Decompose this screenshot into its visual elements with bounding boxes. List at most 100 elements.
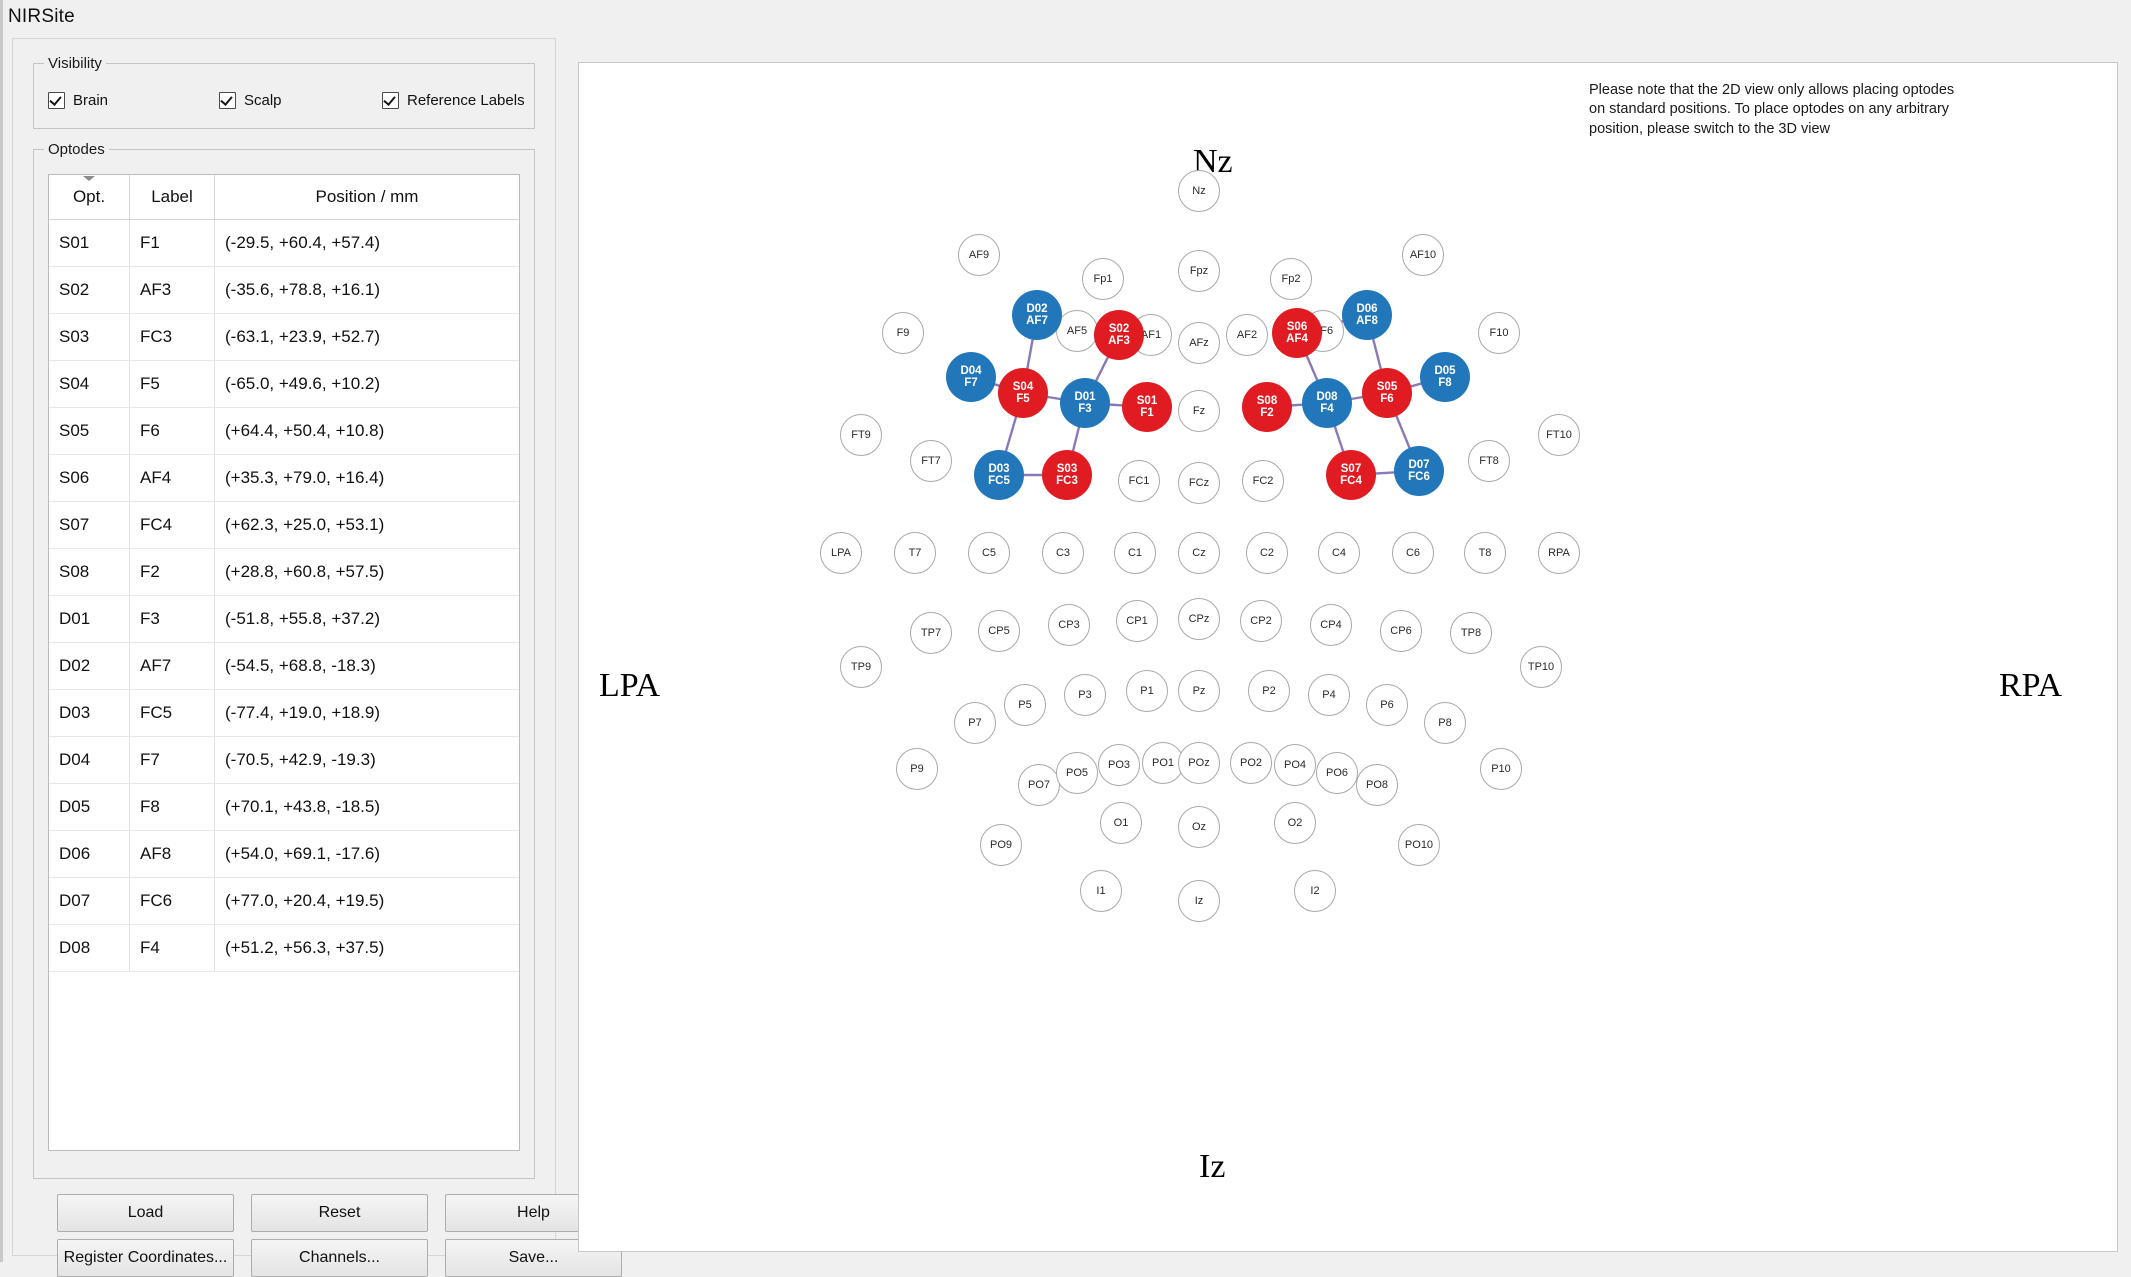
- electrode-po3[interactable]: PO3: [1098, 744, 1140, 786]
- electrode-tp9[interactable]: TP9: [840, 646, 882, 688]
- electrode-fc1[interactable]: FC1: [1118, 460, 1160, 502]
- electrode-c6[interactable]: C6: [1392, 532, 1434, 574]
- optode-s07[interactable]: S07 FC4: [1326, 450, 1376, 500]
- electrode-c4[interactable]: C4: [1318, 532, 1360, 574]
- table-row[interactable]: S06 AF4 (+35.3, +79.0, +16.4): [49, 454, 519, 502]
- optode-s02[interactable]: S02 AF3: [1094, 310, 1144, 360]
- scalp-checkbox[interactable]: [219, 92, 236, 109]
- checkbox-row-brain[interactable]: Brain: [48, 92, 108, 109]
- electrode-p3[interactable]: P3: [1064, 674, 1106, 716]
- table-row[interactable]: S08 F2 (+28.8, +60.8, +57.5): [49, 548, 519, 596]
- electrode-i1[interactable]: I1: [1080, 870, 1122, 912]
- optode-s05[interactable]: S05 F6: [1362, 368, 1412, 418]
- optode-d06[interactable]: D06 AF8: [1342, 290, 1392, 340]
- electrode-f10[interactable]: F10: [1478, 312, 1520, 354]
- checkbox-row-scalp[interactable]: Scalp: [219, 92, 282, 109]
- optode-d02[interactable]: D02 AF7: [1012, 290, 1062, 340]
- electrode-t8[interactable]: T8: [1464, 532, 1506, 574]
- load-button[interactable]: Load: [57, 1194, 234, 1232]
- electrode-ft7[interactable]: FT7: [910, 440, 952, 482]
- electrode-t7[interactable]: T7: [894, 532, 936, 574]
- optode-s03[interactable]: S03 FC3: [1042, 450, 1092, 500]
- table-row[interactable]: D05 F8 (+70.1, +43.8, -18.5): [49, 783, 519, 831]
- checkbox-row-reference-labels[interactable]: Reference Labels: [382, 92, 525, 109]
- electrode-o1[interactable]: O1: [1100, 802, 1142, 844]
- electrode-oz[interactable]: Oz: [1178, 806, 1220, 848]
- electrode-tp7[interactable]: TP7: [910, 612, 952, 654]
- electrode-cp6[interactable]: CP6: [1380, 610, 1422, 652]
- electrode-cp5[interactable]: CP5: [978, 610, 1020, 652]
- table-row[interactable]: S01 F1 (-29.5, +60.4, +57.4): [49, 219, 519, 267]
- electrode-af2[interactable]: AF2: [1226, 314, 1268, 356]
- brain-checkbox[interactable]: [48, 92, 65, 109]
- electrode-rpa[interactable]: RPA: [1538, 532, 1580, 574]
- electrode-cpz[interactable]: CPz: [1178, 598, 1220, 640]
- electrode-ft9[interactable]: FT9: [840, 414, 882, 456]
- optode-d05[interactable]: D05 F8: [1420, 352, 1470, 402]
- channels-button[interactable]: Channels...: [251, 1239, 428, 1277]
- column-header-opt[interactable]: Opt.: [49, 175, 130, 220]
- electrode-po9[interactable]: PO9: [980, 824, 1022, 866]
- electrode-c5[interactable]: C5: [968, 532, 1010, 574]
- optode-s06[interactable]: S06 AF4: [1272, 308, 1322, 358]
- optode-s08[interactable]: S08 F2: [1242, 382, 1292, 432]
- table-row[interactable]: D08 F4 (+51.2, +56.3, +37.5): [49, 924, 519, 972]
- electrode-p5[interactable]: P5: [1004, 684, 1046, 726]
- electrode-af9[interactable]: AF9: [958, 234, 1000, 276]
- electrode-cp1[interactable]: CP1: [1116, 600, 1158, 642]
- electrode-o2[interactable]: O2: [1274, 802, 1316, 844]
- electrode-cp2[interactable]: CP2: [1240, 600, 1282, 642]
- electrode-po5[interactable]: PO5: [1056, 752, 1098, 794]
- register-coordinates-button[interactable]: Register Coordinates...: [57, 1239, 234, 1277]
- electrode-po4[interactable]: PO4: [1274, 744, 1316, 786]
- optode-s01[interactable]: S01 F1: [1122, 382, 1172, 432]
- electrode-p7[interactable]: P7: [954, 702, 996, 744]
- electrode-pz[interactable]: Pz: [1178, 670, 1220, 712]
- electrode-i2[interactable]: I2: [1294, 870, 1336, 912]
- reset-button[interactable]: Reset: [251, 1194, 428, 1232]
- electrode-p6[interactable]: P6: [1366, 684, 1408, 726]
- electrode-po7[interactable]: PO7: [1018, 764, 1060, 806]
- electrode-fp2[interactable]: Fp2: [1270, 258, 1312, 300]
- table-row[interactable]: S05 F6 (+64.4, +50.4, +10.8): [49, 407, 519, 455]
- column-header-label[interactable]: Label: [129, 175, 215, 220]
- optodes-table-container[interactable]: Opt. Label Position / mm S01 F1 (-29.5, +6…: [48, 174, 520, 1151]
- head-2d-view[interactable]: Please note that the 2D view only allows…: [578, 62, 2118, 1252]
- table-row[interactable]: D03 FC5 (-77.4, +19.0, +18.9): [49, 689, 519, 737]
- electrode-fc2[interactable]: FC2: [1242, 460, 1284, 502]
- optode-d08[interactable]: D08 F4: [1302, 378, 1352, 428]
- electrode-ft8[interactable]: FT8: [1468, 440, 1510, 482]
- table-row[interactable]: D04 F7 (-70.5, +42.9, -19.3): [49, 736, 519, 784]
- electrode-nz[interactable]: Nz: [1178, 170, 1220, 212]
- electrode-po8[interactable]: PO8: [1356, 764, 1398, 806]
- electrode-p9[interactable]: P9: [896, 748, 938, 790]
- electrode-poz[interactable]: POz: [1178, 742, 1220, 784]
- electrode-af5[interactable]: AF5: [1056, 310, 1098, 352]
- electrode-afz[interactable]: AFz: [1178, 322, 1220, 364]
- electrode-fpz[interactable]: Fpz: [1178, 250, 1220, 292]
- electrode-p10[interactable]: P10: [1480, 748, 1522, 790]
- electrode-c3[interactable]: C3: [1042, 532, 1084, 574]
- electrode-iz[interactable]: Iz: [1178, 880, 1220, 922]
- electrode-po2[interactable]: PO2: [1230, 742, 1272, 784]
- optode-d01[interactable]: D01 F3: [1060, 378, 1110, 428]
- reference-labels-checkbox[interactable]: [382, 92, 399, 109]
- table-row[interactable]: D07 FC6 (+77.0, +20.4, +19.5): [49, 877, 519, 925]
- optode-d04[interactable]: D04 F7: [946, 352, 996, 402]
- electrode-fp1[interactable]: Fp1: [1082, 258, 1124, 300]
- optode-d03[interactable]: D03 FC5: [974, 450, 1024, 500]
- electrode-c1[interactable]: C1: [1114, 532, 1156, 574]
- electrode-p8[interactable]: P8: [1424, 702, 1466, 744]
- electrode-p2[interactable]: P2: [1248, 670, 1290, 712]
- electrode-f9[interactable]: F9: [882, 312, 924, 354]
- optode-s04[interactable]: S04 F5: [998, 368, 1048, 418]
- electrode-af10[interactable]: AF10: [1402, 234, 1444, 276]
- electrode-po6[interactable]: PO6: [1316, 752, 1358, 794]
- table-row[interactable]: S04 F5 (-65.0, +49.6, +10.2): [49, 360, 519, 408]
- electrode-p4[interactable]: P4: [1308, 674, 1350, 716]
- table-row[interactable]: D02 AF7 (-54.5, +68.8, -18.3): [49, 642, 519, 690]
- table-row[interactable]: D06 AF8 (+54.0, +69.1, -17.6): [49, 830, 519, 878]
- electrode-po10[interactable]: PO10: [1398, 824, 1440, 866]
- electrode-cz[interactable]: Cz: [1178, 532, 1220, 574]
- electrode-lpa[interactable]: LPA: [820, 532, 862, 574]
